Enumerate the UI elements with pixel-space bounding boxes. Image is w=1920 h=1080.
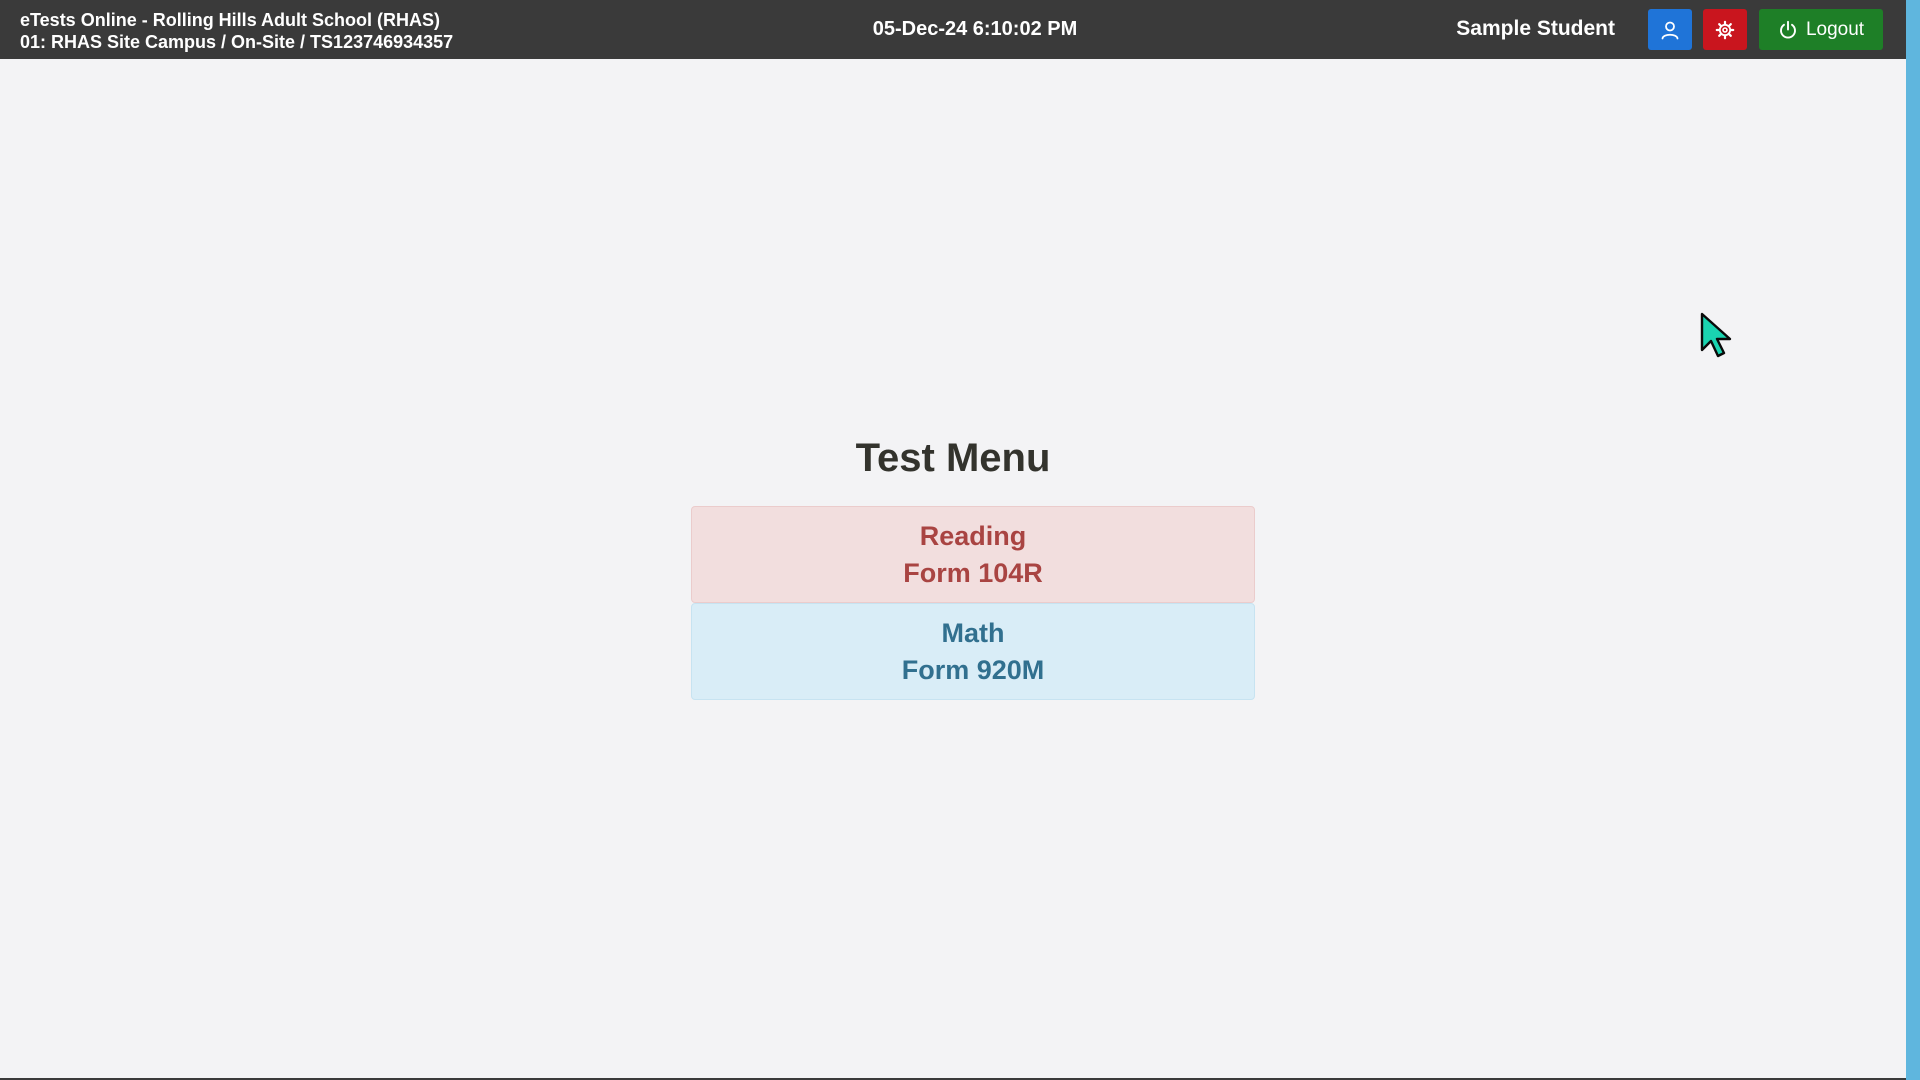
datetime: 05-Dec-24 6:10:02 PM — [872, 18, 1078, 40]
power-icon — [1780, 20, 1796, 38]
test-subject: Reading — [919, 520, 1027, 551]
top-bar: eTests Online - Rolling Hills Adult Scho… — [0, 0, 1906, 59]
test-item-reading[interactable]: Reading Form 104R — [691, 506, 1255, 603]
gear-icon — [1715, 20, 1735, 39]
test-form: Form 920M — [901, 654, 1045, 685]
test-subject: Math — [941, 617, 1005, 648]
user-name: Sample Student — [1456, 17, 1615, 40]
logout-button[interactable]: Logout — [1759, 9, 1883, 50]
test-menu-title: Test Menu — [855, 436, 1051, 480]
test-item-math[interactable]: Math Form 920M — [691, 603, 1255, 700]
user-profile-button[interactable] — [1648, 9, 1692, 50]
scrollbar[interactable] — [1906, 0, 1920, 1080]
logout-label: Logout — [1805, 18, 1865, 40]
user-icon — [1661, 21, 1679, 39]
settings-button[interactable] — [1703, 9, 1747, 50]
test-form: Form 104R — [903, 557, 1043, 588]
mouse-cursor-icon — [1700, 312, 1732, 358]
page: eTests Online - Rolling Hills Adult Scho… — [0, 0, 1920, 1080]
